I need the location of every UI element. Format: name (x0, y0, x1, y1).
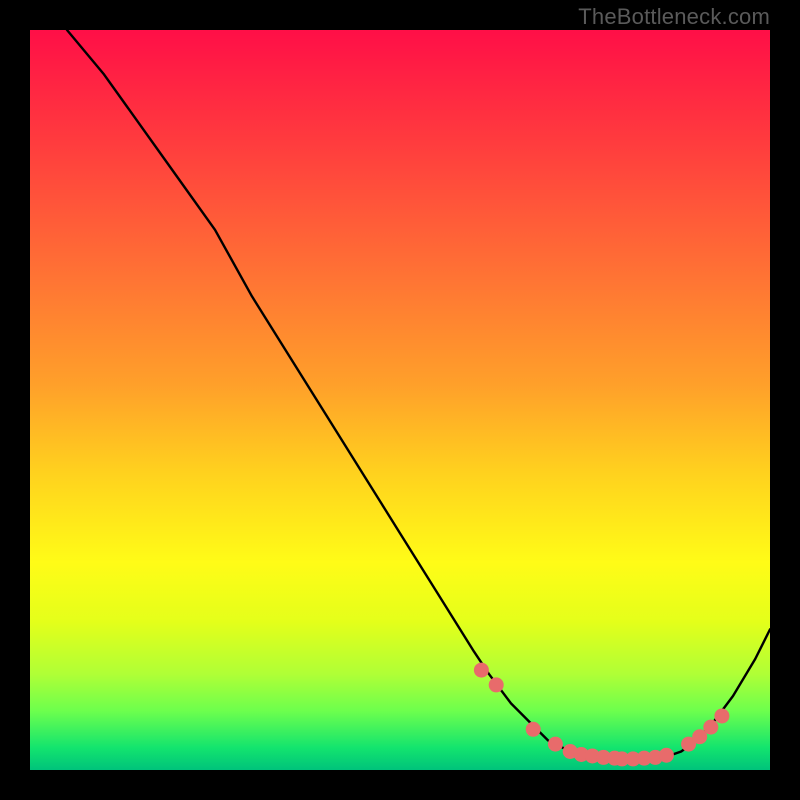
dot-markers (474, 663, 730, 767)
dot-marker (474, 663, 489, 678)
dot-marker (548, 737, 563, 752)
chart-frame: TheBottleneck.com (0, 0, 800, 800)
dot-marker (703, 720, 718, 735)
dot-marker (489, 677, 504, 692)
chart-svg (30, 30, 770, 770)
plot-area (30, 30, 770, 770)
dot-marker (659, 748, 674, 763)
watermark-text: TheBottleneck.com (578, 4, 770, 30)
dot-marker (526, 722, 541, 737)
dot-marker (714, 708, 729, 723)
curve-line (67, 30, 770, 760)
